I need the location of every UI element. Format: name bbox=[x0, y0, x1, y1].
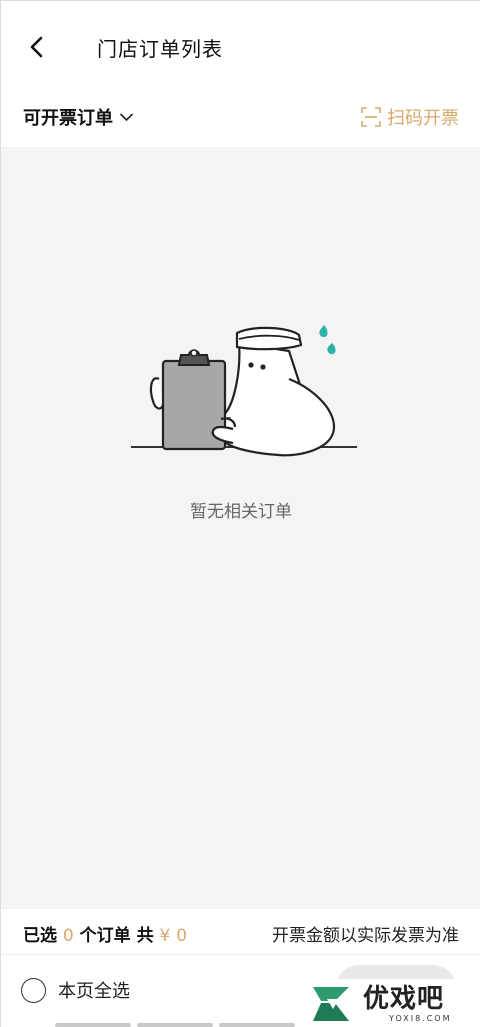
navigation-header: 门店订单列表 bbox=[1, 1, 480, 93]
currency-symbol: ¥ bbox=[159, 926, 171, 946]
selected-count: 0 bbox=[62, 926, 74, 946]
watermark-subtitle: YOXI8.COM bbox=[389, 1014, 452, 1023]
selection-count-text: 已选 0 个订单 共 ¥ 0 bbox=[23, 921, 187, 946]
selection-summary: 已选 0 个订单 共 ¥ 0 开票金额以实际发票为准 bbox=[1, 909, 480, 955]
scan-icon bbox=[361, 107, 381, 127]
radio-circle-icon bbox=[21, 977, 46, 1003]
site-watermark: 优戏吧 YOXI8.COM bbox=[299, 979, 480, 1027]
filter-bar: 可开票订单 扫码开票 bbox=[1, 93, 480, 147]
app-screen: 门店订单列表 可开票订单 扫码开票 暂无相关订单 已选 0 个订单 共 ¥ 0 … bbox=[0, 0, 480, 1027]
scan-invoice-label: 扫码开票 bbox=[387, 108, 459, 129]
order-list-area: 暂无相关订单 bbox=[1, 147, 480, 909]
chevron-down-icon bbox=[120, 113, 133, 121]
orders-label: 个订单 共 bbox=[79, 926, 154, 946]
watermark-title: 优戏吧 bbox=[363, 984, 445, 1014]
select-all-label: 本页全选 bbox=[58, 981, 130, 1002]
chevron-left-icon bbox=[30, 36, 43, 58]
empty-orders-illustration bbox=[131, 325, 357, 457]
order-type-label: 可开票订单 bbox=[23, 108, 113, 129]
page-title: 门店订单列表 bbox=[97, 37, 223, 61]
select-all-checkbox[interactable]: 本页全选 bbox=[21, 977, 130, 1003]
invoice-amount-note: 开票金额以实际发票为准 bbox=[272, 926, 459, 946]
home-indicator bbox=[55, 1023, 295, 1027]
back-button[interactable] bbox=[21, 31, 53, 63]
empty-state-message: 暂无相关订单 bbox=[190, 502, 292, 522]
scan-invoice-button[interactable]: 扫码开票 bbox=[361, 104, 459, 130]
selected-prefix: 已选 bbox=[23, 926, 57, 946]
order-type-dropdown[interactable]: 可开票订单 bbox=[23, 104, 133, 130]
watermark-logo-icon bbox=[313, 986, 349, 1021]
total-amount: 0 bbox=[176, 926, 188, 946]
